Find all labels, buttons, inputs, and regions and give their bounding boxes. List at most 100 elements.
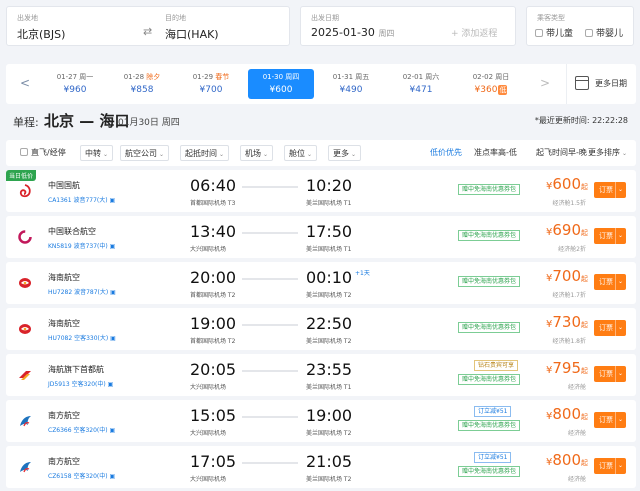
passenger-label: 乘客类型 [537, 14, 565, 22]
date-option-price: ¥490 [339, 85, 363, 95]
price: ¥800起 [545, 405, 588, 423]
transfer-dropdown[interactable]: 中转 ⌄ [80, 145, 114, 161]
date-selector[interactable]: 出发日期 2025-01-30 周四 + 添加返程 [300, 6, 516, 46]
low-price-tag: 低 [498, 85, 508, 95]
child-checkbox[interactable]: 带儿童 [535, 26, 573, 39]
direct-checkbox[interactable]: 直飞/经停 [20, 145, 66, 161]
flight-row[interactable]: 当日低价 中国国航 CA1361 波音777(大) ▣ 06:40 首都国际机场 T3 1… [6, 170, 636, 212]
arrival-time: 23:55 [306, 360, 353, 379]
flight-list: 当日低价 中国国航 CA1361 波音777(大) ▣ 06:40 首都国际机场 T3 1… [6, 170, 636, 491]
date-option[interactable]: 01-28 除夕 ¥858 [109, 69, 175, 99]
airline-dropdown[interactable]: 航空公司 ⌄ [120, 145, 170, 161]
arrival-airport: 美兰国际机场 T2 [306, 430, 352, 437]
trip-type: 单程: [13, 116, 39, 129]
flight-number[interactable]: JD5913 空客320(中) ▣ [48, 379, 113, 388]
flight-row[interactable]: 海航旗下首都航 JD5913 空客320(中) ▣ 20:05 大兴国际机场 23:55… [6, 354, 636, 396]
infant-checkbox[interactable]: 带婴儿 [585, 26, 623, 39]
arrival-airport: 美兰国际机场 T1 [306, 246, 352, 253]
air-china-logo-icon [18, 184, 32, 198]
cabin-dropdown[interactable]: 舱位 ⌄ [284, 145, 318, 161]
swap-icon[interactable]: ⇄ [143, 25, 152, 38]
flight-row[interactable]: 南方航空 CZ6158 空客320(中) ▣ 17:05 大兴国际机场 21:05 美兰国… [6, 446, 636, 488]
arrival-time: 00:10 [306, 268, 353, 287]
more-dates-button[interactable]: 更多日期 [566, 64, 636, 104]
flight-number[interactable]: CZ6158 空客320(中) ▣ [48, 471, 115, 480]
info-icon: ▣ [109, 473, 116, 480]
book-button[interactable]: 订票 ⌄ [594, 412, 626, 428]
low-price-badge: 当日低价 [6, 170, 37, 181]
flight-number[interactable]: KN5819 波音737(中) ▣ [48, 241, 115, 250]
departure-airport: 大兴国际机场 [190, 246, 227, 253]
book-button[interactable]: 订票 ⌄ [594, 274, 626, 290]
cabin-class: 经济舱1.7折 [552, 292, 586, 299]
price: ¥600起 [545, 175, 588, 193]
date-option[interactable]: 02-01 周六 ¥471 [388, 69, 454, 99]
flight-row[interactable]: 南方航空 CZ6366 空客320(中) ▣ 15:05 大兴国际机场 19:00 美兰国… [6, 400, 636, 442]
sort-ontime[interactable]: 准点率高-低 [474, 145, 517, 161]
duration-line [242, 462, 298, 464]
chevron-right-icon[interactable]: > [540, 76, 550, 90]
china-united-logo-icon [18, 230, 32, 244]
date-option-price: ¥471 [409, 85, 433, 95]
departure-airport: 大兴国际机场 [190, 476, 227, 483]
more-filter-dropdown[interactable]: 更多 ⌄ [328, 145, 362, 161]
time-dropdown[interactable]: 起抵时间 ⌄ [180, 145, 230, 161]
search-panel: 出发地 北京(BJS) ⇄ 目的地 海口(HAK) 出发日期 2025-01-3… [0, 0, 640, 56]
more-sort-dropdown[interactable]: 更多排序 ⌄ [588, 145, 627, 161]
airline-name: 海南航空 [48, 273, 80, 282]
duration-line [242, 232, 298, 234]
next-day-label: +1天 [355, 270, 370, 277]
date-option[interactable]: 01-31 周五 ¥490 [318, 69, 384, 99]
date-option[interactable]: 02-02 周日 ¥360 低 [458, 69, 524, 99]
hainan-airlines-logo-icon [18, 322, 32, 336]
chevron-left-icon[interactable]: < [20, 76, 30, 90]
chevron-down-icon: ⌄ [614, 366, 623, 382]
departure-airport: 大兴国际机场 [190, 384, 227, 391]
book-button[interactable]: 订票 ⌄ [594, 458, 626, 474]
info-icon: ▣ [109, 243, 116, 250]
flight-number[interactable]: CZ6366 空客320(中) ▣ [48, 425, 115, 434]
flight-row[interactable]: 海南航空 HU7282 波音787(大) ▣ 20:00 首都国际机场 T2 00:10… [6, 262, 636, 304]
promo-tag: 赠中免海南优惠券包 [458, 184, 521, 195]
date-option-price: ¥600 [269, 85, 293, 95]
promo-tag: 赠中免海南优惠券包 [458, 322, 521, 333]
book-button[interactable]: 订票 ⌄ [594, 228, 626, 244]
from-city-input[interactable]: 北京(BJS) [17, 26, 65, 42]
route-date: 01月30日 周四 [118, 118, 180, 128]
passenger-type: 乘客类型 带儿童 带婴儿 [526, 6, 634, 46]
date-option-label: 01-31 周五 [332, 73, 370, 81]
flight-row[interactable]: 中国联合航空 KN5819 波音737(中) ▣ 13:40 大兴国际机场 17:50 美… [6, 216, 636, 258]
date-option-price: ¥960 [63, 85, 87, 95]
departure-time: 06:40 [190, 176, 237, 195]
date-option[interactable]: 01-29 春节 ¥700 [178, 69, 244, 99]
date-option-label: 02-01 周六 [402, 73, 440, 81]
book-button[interactable]: 订票 ⌄ [594, 182, 626, 198]
arrival-time: 22:50 [306, 314, 353, 333]
date-option[interactable]: 01-27 周一 ¥960 [42, 69, 108, 99]
airport-dropdown[interactable]: 机场 ⌄ [240, 145, 274, 161]
book-button[interactable]: 订票 ⌄ [594, 320, 626, 336]
cabin-class: 经济舱2折 [558, 246, 586, 253]
flight-row[interactable]: 海南航空 HU7082 空客330(大) ▣ 19:00 首都国际机场 T2 22:50… [6, 308, 636, 350]
flight-number[interactable]: CA1361 波音777(大) ▣ [48, 195, 115, 204]
arrival-time: 10:20 [306, 176, 353, 195]
sort-low-price[interactable]: 低价优先 [430, 145, 462, 161]
flight-number[interactable]: HU7282 波音787(大) ▣ [48, 287, 116, 296]
duration-line [242, 278, 298, 280]
flight-number[interactable]: HU7082 空客330(大) ▣ [48, 333, 116, 342]
date-option[interactable]: 01-30 周四 ¥600 [248, 69, 314, 99]
promo-tag: 订立减¥51 [474, 452, 512, 463]
duration-line [242, 324, 298, 326]
promo-tag: 订立减¥51 [474, 406, 512, 417]
departure-date-input[interactable]: 2025-01-30 周四 [311, 26, 394, 39]
airline-name: 南方航空 [48, 457, 80, 466]
to-city-input[interactable]: 海口(HAK) [165, 26, 219, 42]
add-return-button[interactable]: + 添加返程 [451, 26, 497, 39]
cabin-class: 经济舱1.5折 [552, 200, 586, 207]
arrival-airport: 美兰国际机场 T2 [306, 476, 352, 483]
arrival-airport: 美兰国际机场 T1 [306, 200, 352, 207]
price: ¥800起 [545, 451, 588, 469]
date-option-label: 01-30 周四 [262, 73, 300, 81]
book-button[interactable]: 订票 ⌄ [594, 366, 626, 382]
sort-departure[interactable]: 起飞时间早-晚 ⌄ [536, 145, 594, 161]
